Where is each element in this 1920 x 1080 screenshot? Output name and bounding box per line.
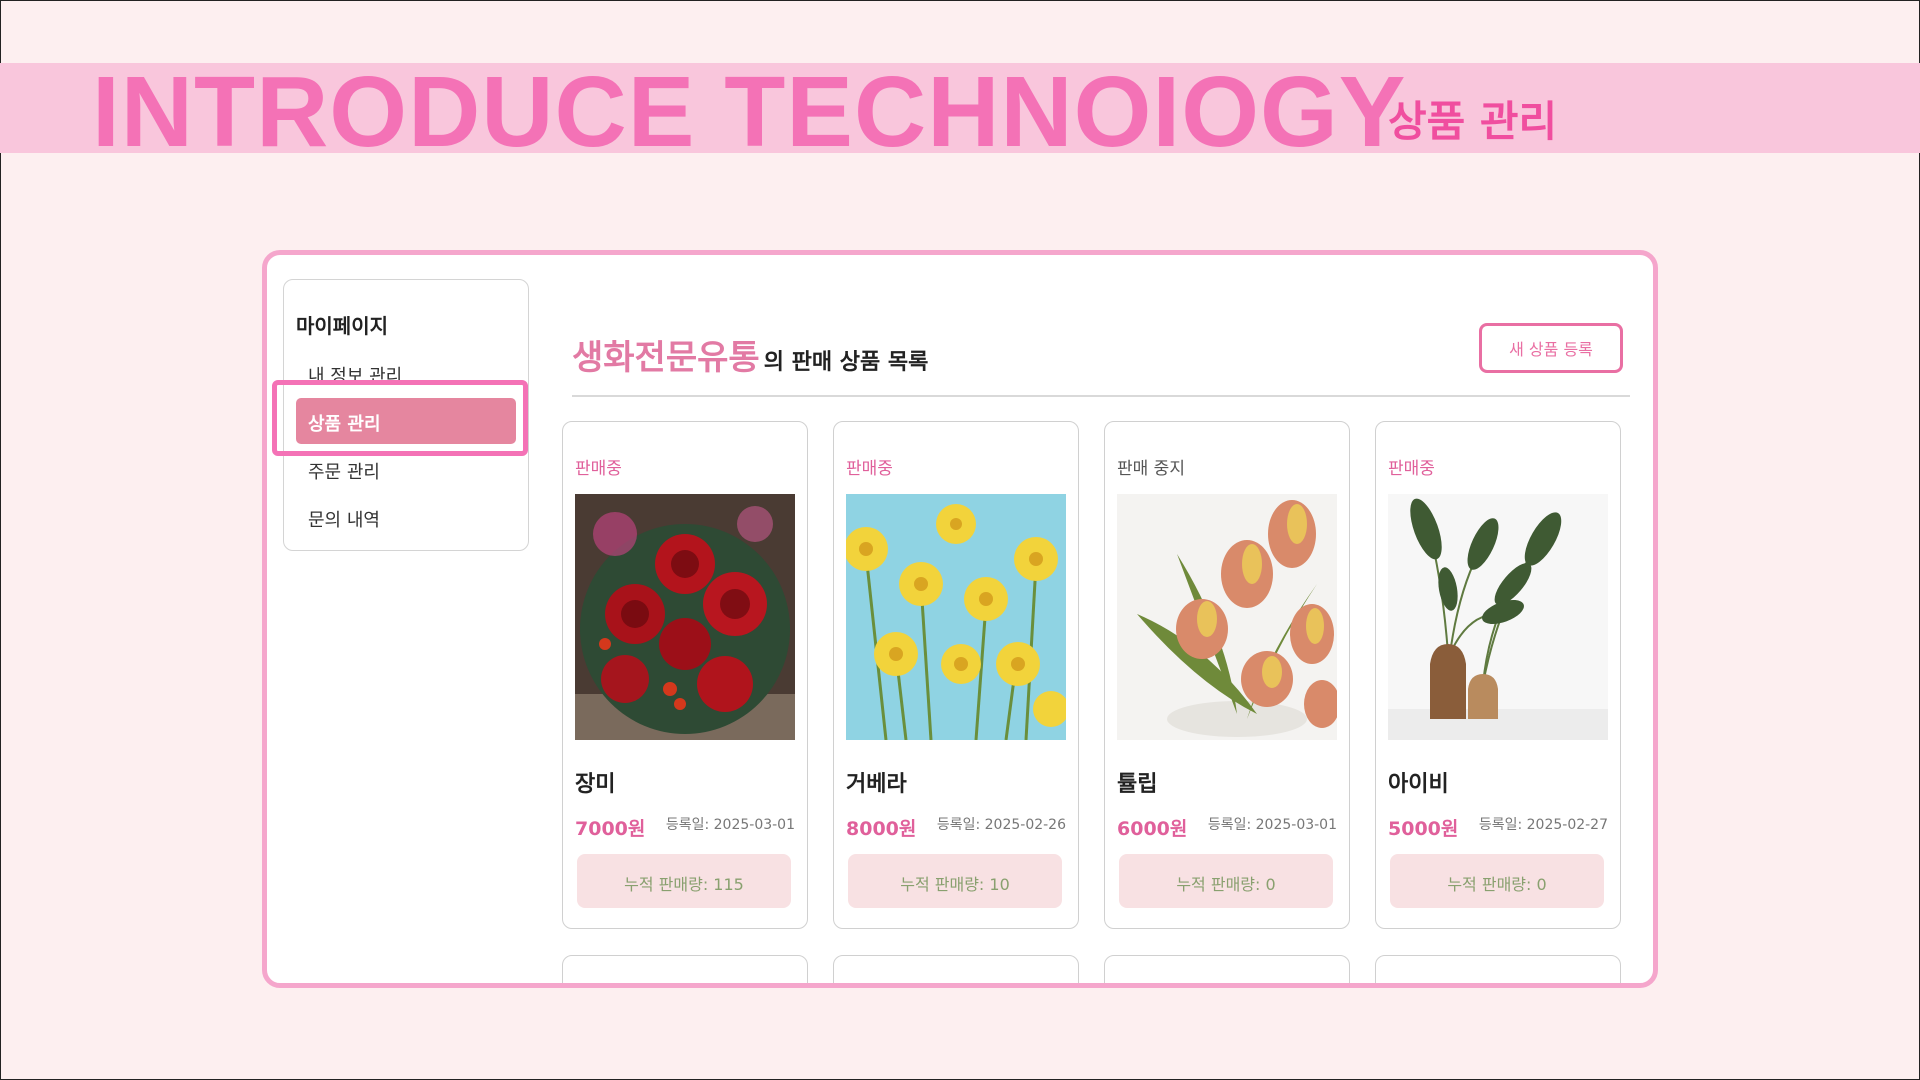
- sidebar-item-order-management[interactable]: 주문 관리: [308, 458, 380, 484]
- banner-subtitle: 상품 관리: [1388, 97, 1558, 146]
- product-name: 아이비: [1388, 772, 1449, 797]
- sidebar-title: 마이페이지: [296, 314, 388, 338]
- product-date: 등록일: 2025-02-27: [1478, 817, 1608, 833]
- app-window: 마이페이지 내 정보 관리 상품 관리 주문 관리 문의 내역 생화전문유통 의 …: [262, 250, 1658, 988]
- product-card[interactable]: 판매중: [833, 421, 1079, 929]
- product-card-partial[interactable]: [1104, 955, 1350, 983]
- status-badge: 판매중: [1388, 459, 1435, 479]
- store-name: 생화전문유통: [572, 338, 760, 378]
- product-card-partial[interactable]: [833, 955, 1079, 983]
- product-name: 튤립: [1117, 772, 1158, 797]
- header-divider: [572, 395, 1630, 397]
- sales-count: 누적 판매량: 10: [848, 854, 1062, 908]
- status-badge: 판매중: [575, 459, 622, 479]
- sidebar: 마이페이지 내 정보 관리 상품 관리 주문 관리 문의 내역: [283, 279, 529, 551]
- page-title: 생화전문유통 의 판매 상품 목록: [572, 330, 928, 379]
- product-card[interactable]: 판매 중지 튤립 6000원 등록일: 2025-03-01 누적 판매량: 0: [1104, 421, 1350, 929]
- product-date: 등록일: 2025-03-01: [665, 817, 795, 833]
- status-badge: 판매 중지: [1117, 459, 1185, 479]
- new-product-button[interactable]: 새 상품 등록: [1479, 323, 1623, 373]
- sales-count: 누적 판매량: 0: [1390, 854, 1604, 908]
- product-image-ivy[interactable]: [1388, 494, 1608, 740]
- product-name: 거베라: [846, 772, 907, 797]
- banner-title: INTRODUCE TECHNOIOGY: [92, 56, 1407, 168]
- product-card[interactable]: 판매중 장미 7000원 등록일: 2025-03-01 누적 판매량: 115: [562, 421, 808, 929]
- product-price: 6000원: [1117, 818, 1188, 840]
- sales-count: 누적 판매량: 0: [1119, 854, 1333, 908]
- product-card-partial[interactable]: [562, 955, 808, 983]
- product-price: 8000원: [846, 818, 917, 840]
- product-image-gerbera[interactable]: [846, 494, 1066, 740]
- product-date: 등록일: 2025-02-26: [936, 817, 1066, 833]
- product-name: 장미: [575, 772, 616, 797]
- sidebar-item-inquiries[interactable]: 문의 내역: [308, 506, 380, 532]
- product-date: 등록일: 2025-03-01: [1207, 817, 1337, 833]
- sidebar-item-product-management[interactable]: 상품 관리: [296, 398, 516, 444]
- product-card-partial[interactable]: [1375, 955, 1621, 983]
- sidebar-item-my-info[interactable]: 내 정보 관리: [308, 362, 402, 388]
- product-image-rose[interactable]: [575, 494, 795, 740]
- status-badge: 판매중: [846, 459, 893, 479]
- page-title-suffix: 의 판매 상품 목록: [763, 350, 929, 375]
- sales-count: 누적 판매량: 115: [577, 854, 791, 908]
- product-price: 5000원: [1388, 818, 1459, 840]
- product-price: 7000원: [575, 818, 646, 840]
- product-card[interactable]: 판매중: [1375, 421, 1621, 929]
- product-image-tulip[interactable]: [1117, 494, 1337, 740]
